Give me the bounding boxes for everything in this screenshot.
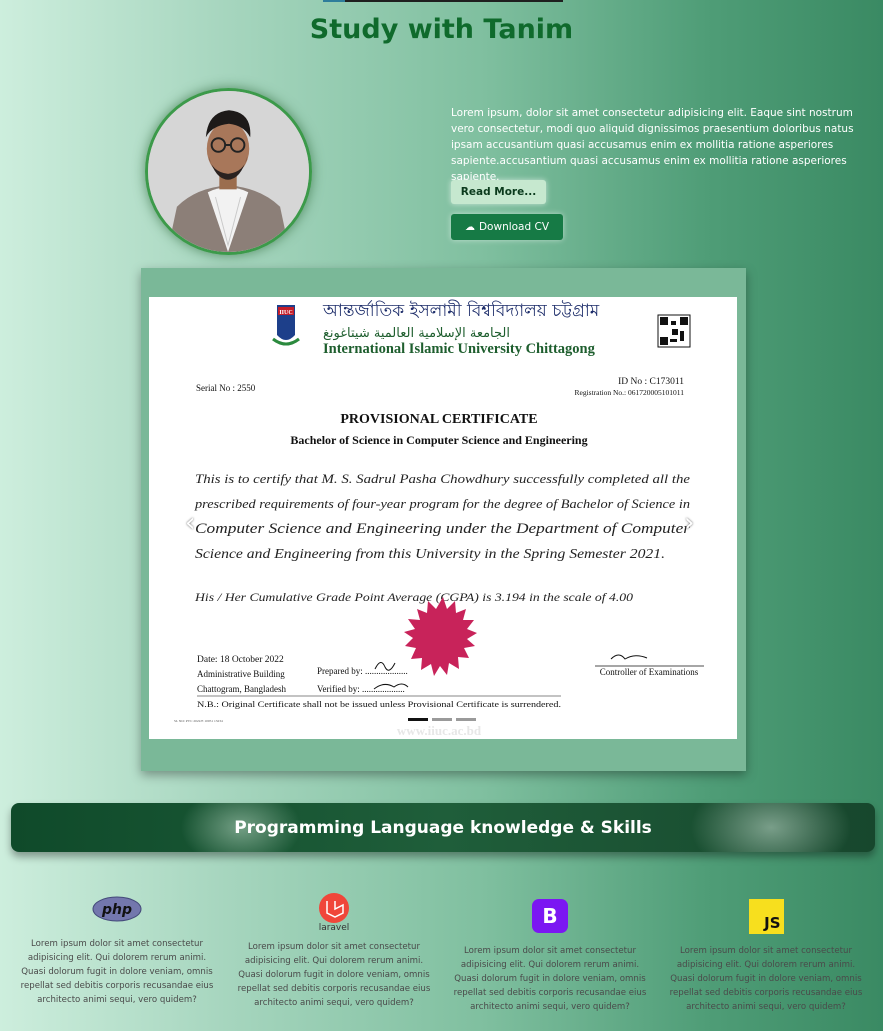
certificate-code: SL NO: PVC 2022/E 10051 13234 bbox=[174, 719, 223, 723]
certificate-carousel: IIUC আন্তর্জাতিক ইসলামী বিশ্ববিদ্যালয় চ… bbox=[141, 268, 746, 771]
certificate-slide: IIUC আন্তর্জাতিক ইসলামী বিশ্ববিদ্যালয় চ… bbox=[149, 297, 737, 739]
certificate-body-line: Computer Science and Engineering under t… bbox=[195, 521, 690, 537]
read-more-button[interactable]: Read More... bbox=[451, 180, 546, 204]
carousel-indicator[interactable] bbox=[408, 718, 428, 721]
javascript-icon: JS bbox=[666, 894, 866, 938]
laravel-logo-text: laravel bbox=[318, 923, 350, 933]
signature bbox=[610, 654, 648, 660]
university-logo: IIUC bbox=[272, 305, 300, 346]
php-icon: php bbox=[17, 887, 217, 931]
controller-of-examinations: Controller of Examinations bbox=[600, 667, 699, 677]
university-name-arabic: الجامعة الإسلامية العالمية شيتاغونغ bbox=[323, 326, 510, 341]
university-name-bengali: আন্তর্জাতিক ইসলামী বিশ্ববিদ্যালয় চট্টগ্… bbox=[322, 300, 600, 321]
certificate-note: N.B.: Original Certificate shall not be … bbox=[197, 699, 561, 709]
skill-card-bootstrap: B Lorem ipsum dolor sit amet consectetur… bbox=[450, 894, 650, 1014]
certificate-body: This is to certify that M. S. Sadrul Pas… bbox=[194, 471, 690, 604]
student-id: ID No : C173011 bbox=[618, 377, 684, 387]
carousel-prev-icon[interactable]: ‹ bbox=[185, 510, 195, 536]
carousel-indicator[interactable] bbox=[432, 718, 452, 721]
skill-card-laravel: laravel Lorem ipsum dolor sit amet conse… bbox=[234, 890, 434, 1010]
carousel-indicators bbox=[408, 718, 476, 721]
certificate-degree: Bachelor of Science in Computer Science … bbox=[290, 433, 587, 447]
skill-description: Lorem ipsum dolor sit amet consectetur a… bbox=[237, 942, 431, 1008]
skill-description: Lorem ipsum dolor sit amet consectetur a… bbox=[20, 939, 214, 1005]
certificate-body-line: This is to certify that M. S. Sadrul Pas… bbox=[195, 471, 690, 486]
profile-avatar bbox=[145, 88, 312, 255]
certificate-body-line: prescribed requirements of four-year pro… bbox=[194, 496, 690, 511]
php-logo-text: php bbox=[101, 902, 132, 918]
official-seal bbox=[404, 597, 477, 676]
javascript-logo-text: JS bbox=[748, 898, 784, 934]
skills-heading: Programming Language knowledge & Skills bbox=[234, 817, 652, 838]
qr-code bbox=[657, 314, 691, 348]
top-nav-bar bbox=[323, 0, 563, 2]
download-cv-button[interactable]: ☁ Download CV bbox=[451, 214, 563, 240]
carousel-indicator[interactable] bbox=[456, 718, 476, 721]
carousel-next-icon[interactable]: › bbox=[684, 510, 694, 536]
serial-number: Serial No : 2550 bbox=[196, 383, 256, 393]
registration-number: Registration No.: 061720005101011 bbox=[574, 388, 684, 397]
site-title: Study with Tanim bbox=[309, 14, 574, 45]
certificate-body-line: Science and Engineering from this Univer… bbox=[195, 547, 665, 562]
university-name-english: International Islamic University Chittag… bbox=[323, 341, 596, 357]
address-line: Administrative Building bbox=[197, 669, 285, 679]
bootstrap-icon: B bbox=[450, 894, 650, 938]
skills-banner: Programming Language knowledge & Skills bbox=[11, 803, 875, 852]
bootstrap-logo-text: B bbox=[532, 899, 568, 933]
nav-accent bbox=[323, 0, 345, 2]
logo-text: IIUC bbox=[279, 310, 292, 316]
skill-description: Lorem ipsum dolor sit amet consectetur a… bbox=[453, 946, 647, 1012]
profile-bio: Lorem ipsum, dolor sit amet consectetur … bbox=[451, 107, 854, 183]
address-line: Chattogram, Bangladesh bbox=[197, 684, 286, 694]
download-cv-label: Download CV bbox=[478, 221, 550, 233]
skill-card-php: php Lorem ipsum dolor sit amet consectet… bbox=[17, 887, 217, 1007]
cloud-download-icon: ☁ bbox=[464, 221, 475, 233]
skill-card-javascript: JS Lorem ipsum dolor sit amet consectetu… bbox=[666, 894, 866, 1014]
laravel-icon: laravel bbox=[234, 890, 434, 934]
prepared-by: Prepared by: ................... bbox=[317, 666, 408, 676]
skill-description: Lorem ipsum dolor sit amet consectetur a… bbox=[669, 946, 863, 1012]
issue-date: Date: 18 October 2022 bbox=[197, 655, 284, 665]
certificate-watermark: www.iiuc.ac.bd bbox=[397, 723, 482, 738]
cgpa-line: His / Her Cumulative Grade Point Average… bbox=[194, 590, 633, 604]
certificate-heading: PROVISIONAL CERTIFICATE bbox=[340, 412, 537, 427]
